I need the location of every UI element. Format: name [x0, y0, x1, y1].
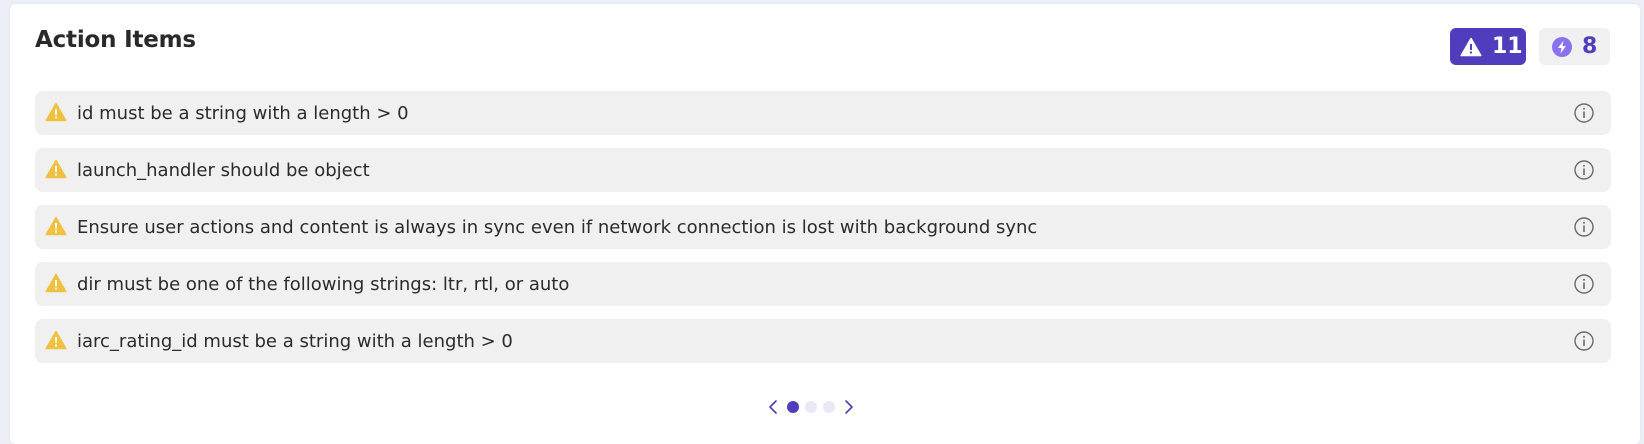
previous-page-button[interactable] [765, 398, 781, 416]
pagination-dot[interactable] [787, 401, 799, 413]
pagination-dot[interactable] [805, 401, 817, 413]
pagination [765, 397, 857, 417]
warning-icon [45, 159, 67, 179]
action-item-row[interactable]: id must be a string with a length > 0 [35, 91, 1611, 135]
warning-count: 11 [1492, 34, 1523, 59]
action-item-text: iarc_rating_id must be a string with a l… [77, 330, 513, 352]
chevron-left-icon [769, 400, 777, 414]
warning-icon [45, 273, 67, 293]
action-item-text: dir must be one of the following strings… [77, 273, 570, 295]
action-item-row[interactable]: Ensure user actions and content is alway… [35, 205, 1611, 249]
action-item-row[interactable]: iarc_rating_id must be a string with a l… [35, 319, 1611, 363]
pagination-dots [787, 401, 835, 413]
action-item-text: launch_handler should be object [77, 159, 370, 181]
action-item-row[interactable]: dir must be one of the following strings… [35, 262, 1611, 306]
card-title: Action Items [35, 27, 196, 53]
action-items-list: id must be a string with a length > 0 lau… [35, 91, 1611, 376]
next-page-button[interactable] [841, 398, 857, 416]
action-item-row[interactable]: launch_handler should be object [35, 148, 1611, 192]
info-icon[interactable] [1573, 102, 1595, 124]
action-item-text: id must be a string with a length > 0 [77, 102, 409, 124]
warning-icon [45, 102, 67, 122]
info-icon[interactable] [1573, 330, 1595, 352]
info-icon[interactable] [1573, 273, 1595, 295]
boost-count: 8 [1582, 34, 1598, 59]
warning-icon [45, 216, 67, 236]
pagination-dot[interactable] [823, 401, 835, 413]
boost-count-badge[interactable]: 8 [1539, 28, 1610, 65]
info-icon[interactable] [1573, 216, 1595, 238]
info-icon[interactable] [1573, 159, 1595, 181]
warning-icon [45, 330, 67, 350]
action-items-card: Action Items 11 8 id must be a string wi… [10, 4, 1640, 444]
chevron-right-icon [845, 400, 853, 414]
lightning-bolt-icon [1552, 36, 1572, 57]
action-item-text: Ensure user actions and content is alway… [77, 216, 1038, 238]
warning-count-badge[interactable]: 11 [1450, 28, 1526, 65]
warning-icon [1460, 37, 1482, 56]
